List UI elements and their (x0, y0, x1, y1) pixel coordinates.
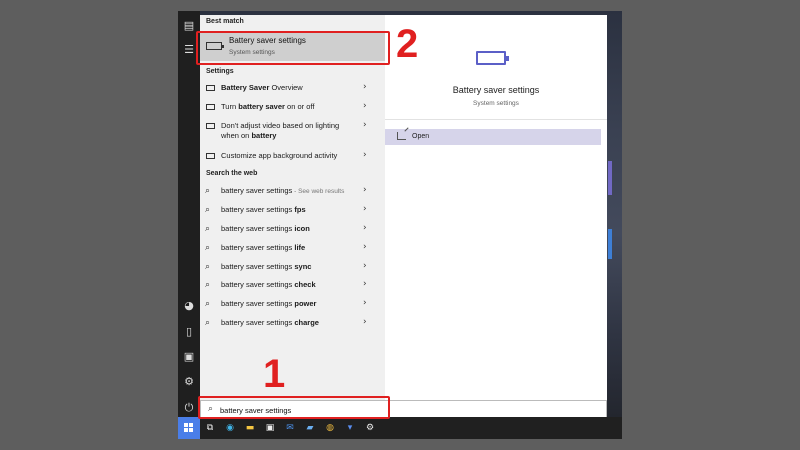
chrome-icon[interactable]: ◍ (324, 422, 336, 434)
user-avatar-icon[interactable]: ◕ (182, 299, 196, 313)
taskbar: ⧉ ◉ ▬ ▣ ✉ ▰ ◍ ▾ ⚙ (178, 417, 622, 439)
preview-title: Battery saver settings (452, 85, 540, 95)
web-result[interactable]: ⌕ battery saver settings charge › (200, 315, 385, 333)
search-icon: ⌕ (205, 205, 211, 215)
chevron-right-icon[interactable]: › (363, 298, 367, 308)
search-icon: ⌕ (205, 280, 211, 290)
result-label: battery saver settings icon (221, 224, 310, 233)
best-match-heading: Best match (206, 18, 244, 25)
task-view-icon[interactable]: ⧉ (204, 422, 216, 434)
web-result[interactable]: ⌕ battery saver settings power › (200, 296, 385, 314)
list-icon[interactable]: ☰ (182, 43, 196, 57)
preview-subtitle: System settings (473, 100, 519, 107)
web-result[interactable]: ⌕ battery saver settings fps › (200, 202, 385, 220)
chevron-right-icon[interactable]: › (363, 242, 367, 252)
battery-small-icon (206, 85, 215, 91)
result-label: battery saver settings power (221, 299, 317, 308)
result-label: battery saver settings charge (221, 318, 319, 327)
chevron-right-icon[interactable]: › (363, 185, 367, 195)
chevron-right-icon[interactable]: › (363, 279, 367, 289)
web-result[interactable]: ⌕ battery saver settings - See web resul… (200, 183, 385, 201)
web-result[interactable]: ⌕ battery saver settings icon › (200, 221, 385, 239)
start-button[interactable] (178, 417, 200, 439)
result-label: Battery Saver Overview (221, 83, 303, 92)
windows-logo-icon (184, 423, 188, 427)
search-icon: ⌕ (205, 243, 211, 253)
preview-divider (385, 119, 607, 120)
start-menu-rail: ▤ ☰ ◕ ▯ ▣ ⚙ ⏻ (178, 11, 200, 417)
web-result[interactable]: ⌕ battery saver settings sync › (200, 259, 385, 277)
settings-gear-icon[interactable]: ⚙ (182, 375, 196, 389)
chevron-right-icon[interactable]: › (363, 317, 367, 327)
photos-icon[interactable]: ▰ (304, 422, 316, 434)
window-accent-strip (608, 229, 612, 259)
window-accent-strip (608, 161, 612, 195)
battery-icon (476, 51, 509, 65)
result-label: Don't adjust video based on lighting whe… (221, 121, 340, 140)
windows-logo-icon (189, 428, 193, 432)
result-label: battery saver settings sync (221, 262, 312, 271)
windows-logo-icon (189, 423, 193, 427)
settings-heading: Settings (206, 68, 234, 75)
chevron-right-icon[interactable]: › (363, 261, 367, 271)
result-label: battery saver settings life (221, 243, 306, 252)
settings-gear-icon[interactable]: ⚙ (364, 422, 376, 434)
search-icon: ⌕ (205, 224, 211, 234)
chevron-right-icon[interactable]: › (363, 120, 367, 130)
search-icon: ⌕ (205, 262, 211, 272)
search-icon: ⌕ (205, 318, 211, 328)
battery-small-icon (206, 104, 215, 110)
open-action[interactable]: Open (385, 129, 601, 145)
download-app-icon[interactable]: ▾ (344, 422, 356, 434)
pictures-icon[interactable]: ▣ (182, 350, 196, 364)
chevron-right-icon[interactable]: › (363, 204, 367, 214)
desktop-screen: ▤ ☰ ◕ ▯ ▣ ⚙ ⏻ Best match Battery saver s… (178, 11, 622, 439)
web-result[interactable]: ⌕ battery saver settings check › (200, 277, 385, 295)
power-icon[interactable]: ⏻ (182, 401, 196, 415)
file-explorer-icon[interactable]: ▬ (244, 422, 256, 434)
chevron-right-icon[interactable]: › (363, 223, 367, 233)
all-apps-icon[interactable]: ▤ (182, 19, 196, 33)
chevron-right-icon[interactable]: › (363, 101, 367, 111)
open-icon (397, 132, 406, 140)
search-results-panel: Best match Battery saver settings System… (200, 15, 607, 404)
settings-result[interactable]: Turn battery saver on or off › (200, 99, 385, 117)
store-icon[interactable]: ▣ (264, 422, 276, 434)
edge-browser-icon[interactable]: ◉ (224, 422, 236, 434)
annotation-step-1: 1 (263, 352, 286, 396)
search-icon: ⌕ (205, 299, 211, 309)
search-icon: ⌕ (205, 186, 211, 196)
result-preview-pane: Battery saver settings System settings O… (385, 15, 607, 404)
windows-logo-icon (184, 428, 188, 432)
open-label: Open (412, 133, 430, 140)
annotation-step-2: 2 (396, 22, 419, 66)
web-result[interactable]: ⌕ battery saver settings life › (200, 240, 385, 258)
chevron-right-icon[interactable]: › (363, 150, 367, 160)
result-label: Turn battery saver on or off (221, 102, 315, 111)
settings-result[interactable]: Battery Saver Overview › (200, 80, 385, 98)
result-label: battery saver settings - See web results (221, 186, 345, 195)
results-list: Best match Battery saver settings System… (200, 15, 385, 404)
battery-small-icon (206, 153, 215, 159)
mail-icon[interactable]: ✉ (284, 422, 296, 434)
chevron-right-icon[interactable]: › (363, 82, 367, 92)
display-icon (206, 123, 215, 129)
result-label: Customize app background activity (221, 151, 338, 160)
settings-result[interactable]: Don't adjust video based on lighting whe… (200, 118, 385, 148)
document-icon[interactable]: ▯ (182, 325, 196, 339)
settings-result[interactable]: Customize app background activity › (200, 148, 385, 166)
annotation-box-search (198, 396, 390, 419)
annotation-box-best-match (196, 31, 390, 65)
web-heading: Search the web (206, 170, 258, 177)
result-label: battery saver settings fps (221, 205, 306, 214)
result-label: battery saver settings check (221, 280, 316, 289)
